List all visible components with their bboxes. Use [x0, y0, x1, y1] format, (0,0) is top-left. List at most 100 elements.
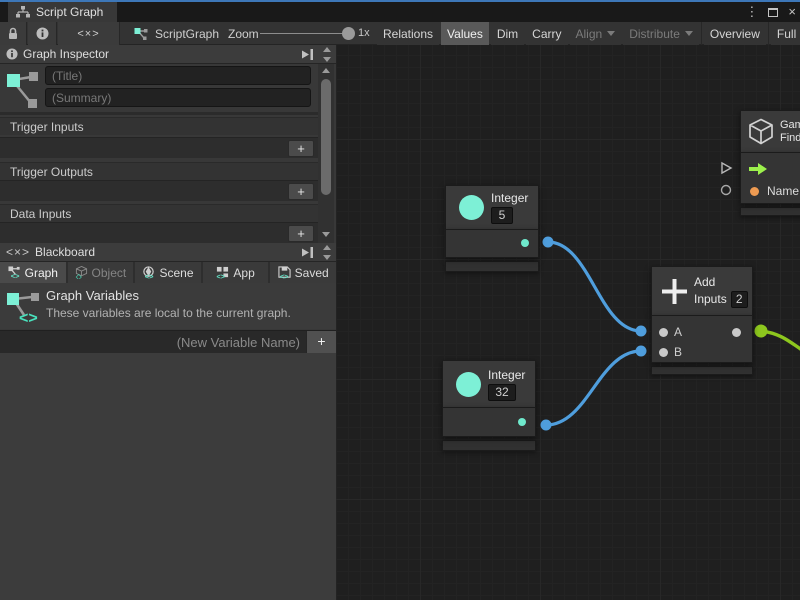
add-data-input-button[interactable]: +	[288, 225, 314, 242]
dock-icon[interactable]	[302, 49, 314, 60]
wire-endpoint-dot[interactable]	[543, 237, 554, 248]
tab-graph-variables[interactable]: <> Graph	[0, 262, 66, 283]
node-footer	[442, 440, 536, 451]
tab-app-variables[interactable]: <> App	[203, 262, 269, 283]
integer-type-icon	[459, 195, 484, 220]
trigger-inputs-header: Trigger Inputs	[0, 117, 318, 135]
output-port[interactable]	[732, 328, 741, 337]
distribute-dropdown[interactable]: Distribute	[623, 22, 699, 45]
blackboard-header: <×> Blackboard	[0, 243, 336, 262]
inputs-label: Inputs	[694, 292, 727, 306]
zoom-label: Zoom	[228, 27, 259, 41]
tab-script-graph[interactable]: Script Graph	[8, 2, 117, 22]
graph-inspector-title: Graph Inspector	[23, 47, 109, 61]
values-toggle[interactable]: Values	[441, 22, 489, 45]
node-footer	[740, 207, 800, 216]
integer-output-port[interactable]	[521, 239, 529, 247]
menu-icon[interactable]: ⋮	[745, 2, 758, 22]
data-output-port[interactable]	[722, 186, 731, 195]
wire-add-output[interactable]	[761, 331, 800, 350]
integer-node-5[interactable]: Integer 5	[445, 185, 539, 272]
add-trigger-output-button[interactable]: +	[288, 183, 314, 200]
input-port-a[interactable]	[659, 328, 668, 337]
graph-inspector-header: Graph Inspector	[0, 45, 336, 64]
trigger-inputs-row: +	[0, 137, 318, 158]
port-label-name: Name	[767, 184, 799, 198]
integer-node-32[interactable]: Integer 32	[442, 360, 536, 451]
scroll-up-icon[interactable]	[323, 47, 331, 52]
integer-type-icon	[456, 372, 481, 397]
graph-breadcrumb[interactable]: ScriptGraph	[134, 22, 219, 45]
maximize-icon[interactable]	[768, 8, 778, 17]
integer-value-field[interactable]: 5	[491, 207, 513, 224]
variables-list-empty-area	[0, 353, 336, 600]
add-variable-button[interactable]: +	[306, 331, 336, 354]
graph-canvas[interactable]: Integer 5 Integer 32 Add	[336, 45, 800, 600]
full-screen-button[interactable]: Full Screen	[771, 22, 800, 45]
align-dropdown[interactable]: Align	[570, 22, 622, 45]
trigger-input-port[interactable]	[722, 163, 731, 173]
blackboard-tabs: <> Graph ◇ Object <> Scene <> App	[0, 262, 336, 283]
graph-variables-description: These variables are local to the current…	[46, 306, 291, 320]
graph-variables-section: <> Graph Variables These variables are l…	[0, 283, 336, 329]
overview-button[interactable]: Overview	[704, 22, 766, 45]
graph-variables-title: Graph Variables	[46, 288, 139, 303]
carry-toggle[interactable]: Carry	[526, 22, 567, 45]
dim-toggle[interactable]: Dim	[491, 22, 524, 45]
trigger-outputs-header: Trigger Outputs	[0, 162, 318, 180]
relations-toggle[interactable]: Relations	[377, 22, 439, 45]
toolbar-toggle-group: Relations Values Dim Carry Align Distrib…	[377, 22, 800, 45]
scroll-up-icon[interactable]	[323, 245, 331, 250]
code-preview-button[interactable]: <×>	[58, 22, 120, 45]
string-input-port[interactable]	[750, 187, 759, 196]
graph-variables-icon: <>	[6, 289, 42, 325]
header-scroll-arrows[interactable]	[320, 47, 334, 62]
wire-endpoint-dot[interactable]	[636, 346, 647, 357]
hierarchy-icon	[16, 6, 30, 19]
wire-integer5-to-addA[interactable]	[548, 242, 641, 331]
lock-button[interactable]	[0, 22, 27, 45]
node-title: Integer	[488, 368, 525, 382]
graph-tab-icon: <>	[8, 266, 21, 279]
add-trigger-input-button[interactable]: +	[288, 140, 314, 157]
integer-output-port[interactable]	[518, 418, 526, 426]
wire-endpoint-dot[interactable]	[636, 326, 647, 337]
info-icon	[6, 48, 18, 60]
svg-text:<>: <>	[19, 310, 38, 325]
graph-title-input[interactable]	[45, 66, 311, 85]
zoom-slider-knob[interactable]	[342, 27, 355, 40]
scrollbar-thumb[interactable]	[321, 79, 331, 195]
info-button[interactable]	[28, 22, 57, 45]
input-port-b[interactable]	[659, 348, 668, 357]
inputs-count-field[interactable]: 2	[731, 291, 748, 308]
inspector-scrollbar[interactable]	[318, 64, 334, 243]
zoom-slider[interactable]	[260, 22, 354, 45]
scroll-down-icon[interactable]	[323, 57, 331, 62]
zoom-slider-track	[260, 33, 354, 34]
gameobject-find-node[interactable]: GameObject Find Name	[740, 110, 800, 216]
tab-object-variables[interactable]: ◇ Object	[68, 262, 134, 283]
trigger-outputs-row: +	[0, 180, 318, 201]
add-node[interactable]: Add Inputs 2 A B	[651, 266, 753, 375]
wire-endpoint-dot[interactable]	[541, 420, 552, 431]
graph-node-icon	[7, 69, 39, 109]
sidebar: Graph Inspector Trigger Inputs + Trigger…	[0, 45, 336, 600]
wire-endpoint-dot[interactable]	[755, 325, 768, 338]
window-controls: ⋮ ×	[745, 2, 796, 22]
dock-icon[interactable]	[302, 247, 314, 258]
integer-value-field[interactable]: 32	[488, 384, 516, 401]
tab-scene-variables[interactable]: <> Scene	[135, 262, 201, 283]
close-icon[interactable]: ×	[788, 2, 796, 22]
scroll-down-icon[interactable]	[323, 255, 331, 260]
graph-summary-input[interactable]	[45, 88, 311, 107]
scroll-up-icon[interactable]	[322, 68, 330, 73]
graph-name: ScriptGraph	[155, 27, 219, 41]
wire-integer32-to-addB[interactable]	[546, 351, 641, 425]
scroll-down-icon[interactable]	[322, 232, 330, 237]
flow-arrow-icon[interactable]	[749, 163, 767, 175]
blackboard-title: Blackboard	[35, 245, 95, 259]
new-variable-input[interactable]	[0, 331, 306, 353]
node-footer	[651, 366, 753, 375]
header-scroll-arrows[interactable]	[320, 245, 334, 260]
tab-saved-variables[interactable]: <> Saved	[270, 262, 336, 283]
